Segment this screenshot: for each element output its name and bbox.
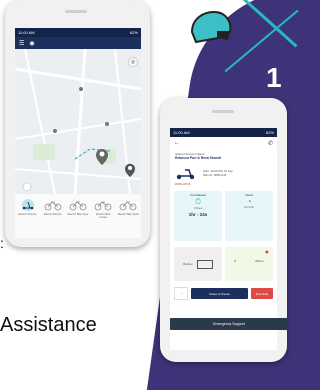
logo-icon: ◉	[29, 40, 35, 47]
step-number: 1	[266, 62, 282, 93]
ride-summary: Start: 10:00 PM, 16 Sep Ride ID: 9860124…	[170, 163, 277, 183]
vehicle-option[interactable]: Electric Bicycle	[42, 199, 64, 238]
vehicle-option[interactable]: Electric Bike Sport	[117, 199, 139, 238]
bicycle-icon	[44, 201, 62, 211]
battery-card: Battery	[174, 247, 222, 281]
vehicle-label: Electric Scooter	[18, 213, 37, 216]
status-time: 11:00 AM	[173, 130, 190, 135]
battery-icon	[196, 259, 213, 269]
assistance-text: Assistance	[0, 314, 97, 336]
vehicle-option[interactable]: Electric Bike Cruiser	[92, 199, 114, 238]
status-bar: 11:00 AM 62%	[15, 28, 141, 37]
status-battery: 62%	[129, 30, 138, 35]
time-card-days: 0 Days	[193, 207, 203, 210]
menu-icon[interactable]: ☰	[19, 40, 24, 47]
vehicle-tray: Electric Scooter Electric Bicycle Electr…	[15, 194, 141, 238]
scooter-icon	[176, 169, 195, 180]
phone-icon[interactable]: ✆	[268, 140, 273, 147]
locate-icon[interactable]: ◎	[128, 57, 138, 67]
app-bar: ☰ ◉	[15, 37, 141, 49]
side-colon-text: :	[0, 235, 4, 251]
vehicle-label: Electric Bike Sport	[117, 213, 139, 216]
location-pin-icon: ●	[264, 249, 269, 256]
map-screen: 11:00 AM 62% ☰ ◉ ◎ Electric Scooter Elec…	[15, 28, 141, 238]
speedometer-icon: ◔	[246, 197, 252, 206]
vehicle-option[interactable]: Electric Bike Type	[67, 199, 89, 238]
ride-header: Shared Scooter Name Rebecca Puri & Reza …	[170, 149, 277, 163]
bicycle-icon	[69, 201, 87, 211]
distance-end: 20 km	[255, 259, 264, 263]
bicycle-icon	[119, 201, 137, 211]
swipe-pause-button[interactable]: Swipe to Pause	[191, 288, 248, 299]
stats-cards-2: Battery ● 0 20 km	[170, 244, 277, 284]
distance-card: ● 0 20 km	[225, 247, 273, 281]
vehicle-label: Electric Bicycle	[44, 213, 62, 216]
scooter-icon	[21, 199, 34, 211]
speed-card-value: 10 km/hr	[243, 206, 255, 209]
emergency-support-button[interactable]: Emergency Support	[170, 318, 288, 330]
battery-label: Battery	[183, 262, 193, 266]
phone-speaker	[65, 10, 87, 13]
stopwatch-icon: ⏱	[194, 197, 202, 206]
back-arrow-icon[interactable]: ←	[174, 140, 180, 146]
time-card: Time Elapsed ⏱ 0 Days 1hr - 24s	[174, 191, 222, 241]
ride-actions: → Swipe to Pause End Ride	[170, 284, 277, 303]
stats-cards: Time Elapsed ⏱ 0 Days 1hr - 24s Speed ◔ …	[170, 186, 277, 244]
status-bar: 11:00 AM 62%	[170, 128, 277, 137]
map-roads	[15, 49, 141, 194]
end-ride-button[interactable]: End Ride	[251, 288, 273, 299]
swipe-arrow-icon[interactable]: →	[174, 287, 188, 300]
vehicle-label: Electric Bike Cruiser	[96, 213, 111, 220]
speed-card: Speed ◔ 10 km/hr	[225, 191, 273, 241]
status-time: 11:00 AM	[18, 30, 35, 35]
ride-label: Ride ID: 98601245	[203, 173, 227, 177]
bicycle-icon	[94, 201, 112, 211]
helmet-icon	[190, 10, 232, 44]
phone-map: 11:00 AM 62% ☰ ◉ ◎ Electric Scooter Elec…	[5, 0, 150, 247]
map-view[interactable]: ◎	[15, 49, 141, 194]
phone-speaker	[212, 110, 234, 113]
ride-app-bar: ← ✆	[170, 137, 277, 149]
vehicle-label: Electric Bike Type	[67, 213, 89, 216]
vehicle-option[interactable]: Electric Scooter	[17, 199, 39, 238]
distance-start: 0	[234, 259, 237, 263]
user-name: Rebecca Puri & Reza Shandi	[175, 156, 221, 160]
time-card-value: 1hr - 24s	[188, 212, 208, 217]
status-battery: 62%	[265, 130, 274, 135]
ride-screen: 11:00 AM 62% ← ✆ Shared Scooter Name Reb…	[170, 128, 277, 350]
